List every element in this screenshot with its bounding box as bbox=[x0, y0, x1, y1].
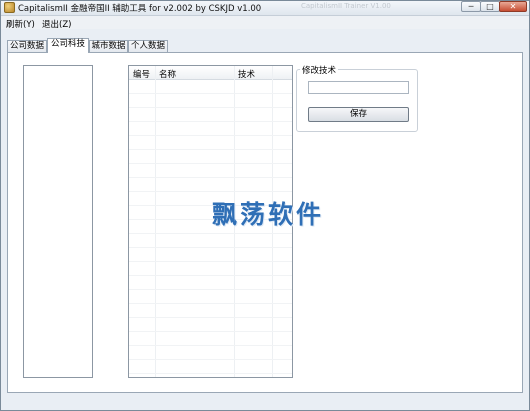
row-guide bbox=[129, 331, 292, 332]
tab-city-data[interactable]: 城市数据 bbox=[89, 40, 128, 52]
title-bar[interactable]: CapitalismII 金融帝国II 辅助工具 for v2.002 by C… bbox=[1, 1, 529, 16]
row-guide bbox=[129, 149, 292, 150]
row-guide bbox=[129, 191, 292, 192]
menu-bar: 刷新(Y) 退出(Z) bbox=[1, 16, 529, 30]
close-button[interactable]: ✕ bbox=[499, 1, 527, 12]
window-title: CapitalismII 金融帝国II 辅助工具 for v2.002 by C… bbox=[18, 4, 262, 14]
window-title-ghost: CapitalismII Trainer V1.00 bbox=[301, 2, 391, 10]
tab-company-tech[interactable]: 公司科技 bbox=[47, 38, 89, 53]
row-guide bbox=[129, 317, 292, 318]
tech-list-header: 编号 名称 技术 bbox=[129, 66, 292, 80]
menu-refresh[interactable]: 刷新(Y) bbox=[6, 18, 35, 30]
row-guide bbox=[129, 373, 292, 374]
row-guide bbox=[129, 261, 292, 262]
column-name-header[interactable]: 名称 bbox=[159, 68, 176, 80]
row-guide bbox=[129, 303, 292, 304]
row-guide bbox=[129, 93, 292, 94]
company-list[interactable] bbox=[23, 65, 93, 378]
status-bar bbox=[1, 396, 529, 410]
row-guide bbox=[129, 275, 292, 276]
row-guide bbox=[129, 233, 292, 234]
menu-exit[interactable]: 退出(Z) bbox=[42, 18, 71, 30]
row-guide bbox=[129, 359, 292, 360]
modify-tech-title: 修改技术 bbox=[300, 64, 339, 76]
column-number-header[interactable]: 编号 bbox=[133, 68, 150, 80]
row-guide bbox=[129, 345, 292, 346]
tab-company-data[interactable]: 公司数据 bbox=[7, 40, 47, 52]
row-guide bbox=[129, 121, 292, 122]
maximize-button[interactable]: □ bbox=[480, 1, 500, 12]
column-tech-header[interactable]: 技术 bbox=[238, 68, 255, 80]
app-icon bbox=[4, 2, 15, 13]
tab-personal-data[interactable]: 个人数据 bbox=[128, 40, 168, 52]
row-guide bbox=[129, 135, 292, 136]
app-window: CapitalismII 金融帝国II 辅助工具 for v2.002 by C… bbox=[0, 0, 530, 411]
row-guide bbox=[129, 247, 292, 248]
save-button[interactable]: 保存 bbox=[308, 107, 409, 122]
watermark-text: 飘荡软件 bbox=[212, 200, 325, 229]
tech-value-input[interactable] bbox=[308, 81, 409, 94]
modify-tech-group: 修改技术 保存 bbox=[296, 64, 418, 132]
minimize-button[interactable]: ─ bbox=[461, 1, 481, 12]
row-guide bbox=[129, 289, 292, 290]
row-guide bbox=[129, 107, 292, 108]
row-guide bbox=[129, 177, 292, 178]
row-guide bbox=[129, 163, 292, 164]
